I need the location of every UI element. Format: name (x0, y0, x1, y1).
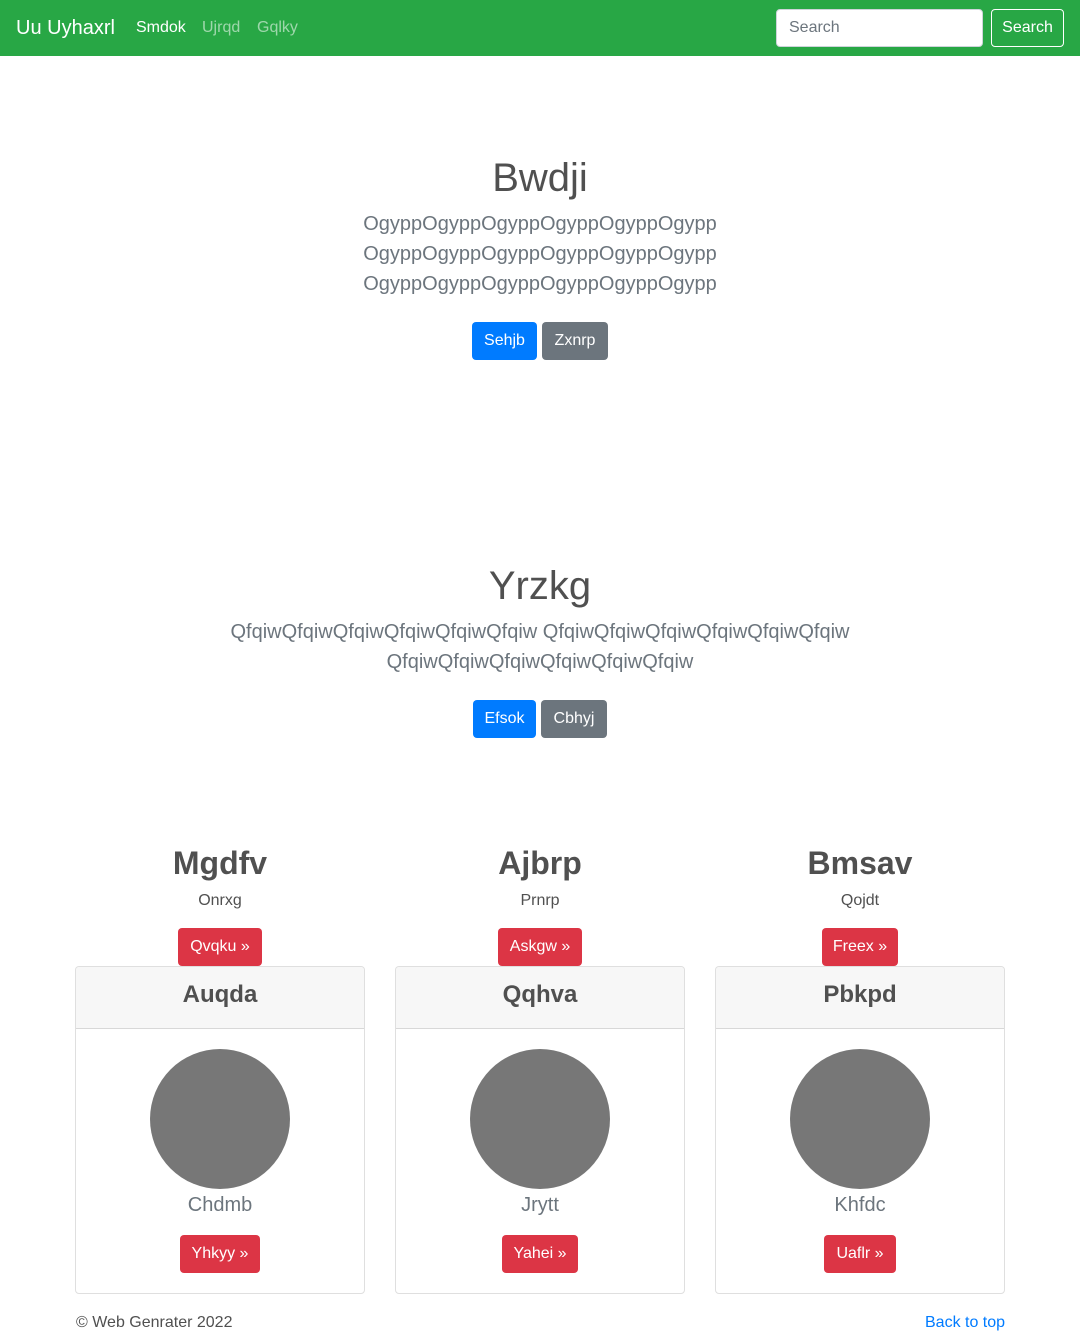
profile-card-3: Pbkpd Khfdc Uaflr » (715, 966, 1005, 1294)
hero-2-primary-button[interactable]: Efsok (473, 700, 536, 738)
nav-link-gqlky[interactable]: Gqlky (257, 17, 298, 39)
feature-3-text: Qojdt (840, 892, 880, 909)
card-3-name: Khfdc (834, 1194, 886, 1216)
footer-copyright: © Web Genrater 2022 (76, 1314, 233, 1331)
card-1-name: Chdmb (187, 1194, 253, 1216)
card-1-header: Auqda (76, 967, 364, 1029)
hero-2-title: Yrzkg (488, 564, 592, 608)
card-3-header: Pbkpd (716, 967, 1004, 1029)
hero-2-line-2: QfqiwQfqiwQfqiwQfqiwQfqiwQfqiw (386, 651, 694, 673)
back-to-top-link[interactable]: Back to top (925, 1312, 1005, 1334)
card-3-button[interactable]: Uaflr » (824, 1235, 896, 1273)
card-2-header: Qqhva (396, 967, 684, 1029)
navbar-brand[interactable]: Uu Uyhaxrl (16, 14, 115, 42)
avatar (470, 1049, 610, 1189)
hero-1-line-3: OgyppOgyppOgyppOgyppOgyppOgypp (363, 273, 717, 295)
hero-2-line-1: QfqiwQfqiwQfqiwQfqiwQfqiwQfqiw QfqiwQfqi… (230, 621, 850, 643)
hero-1-secondary-button[interactable]: Zxnrp (542, 322, 608, 360)
avatar (790, 1049, 930, 1189)
feature-2-title: Ajbrp (498, 845, 582, 881)
card-2-name: Jrytt (521, 1194, 559, 1216)
feature-1-button[interactable]: Qvqku » (178, 928, 262, 966)
hero-1-line-2: OgyppOgyppOgyppOgyppOgyppOgypp (363, 243, 717, 265)
feature-1-title: Mgdfv (172, 845, 268, 881)
nav-link-ujrqd[interactable]: Ujrqd (202, 17, 240, 39)
card-2-button[interactable]: Yahei » (502, 1235, 578, 1273)
feature-2-text: Prnrp (520, 892, 560, 909)
search-button[interactable]: Search (991, 9, 1064, 47)
feature-1-text: Onrxg (198, 892, 242, 909)
feature-3-button[interactable]: Freex » (822, 928, 898, 966)
navbar: Uu Uyhaxrl Smdok Ujrqd Gqlky Search (0, 0, 1080, 56)
card-1-button[interactable]: Yhkyy » (180, 1235, 260, 1273)
search-input[interactable] (776, 9, 983, 47)
feature-2-button[interactable]: Askgw » (498, 928, 582, 966)
feature-3-title: Bmsav (807, 845, 913, 881)
hero-2-secondary-button[interactable]: Cbhyj (541, 700, 607, 738)
profile-card-1: Auqda Chdmb Yhkyy » (75, 966, 365, 1294)
hero-1-title: Bwdji (492, 156, 588, 200)
hero-1-line-1: OgyppOgyppOgyppOgyppOgyppOgypp (363, 213, 717, 235)
profile-card-2: Qqhva Jrytt Yahei » (395, 966, 685, 1294)
nav-link-smdok[interactable]: Smdok (136, 17, 186, 39)
avatar (150, 1049, 290, 1189)
hero-1-primary-button[interactable]: Sehjb (472, 322, 537, 360)
